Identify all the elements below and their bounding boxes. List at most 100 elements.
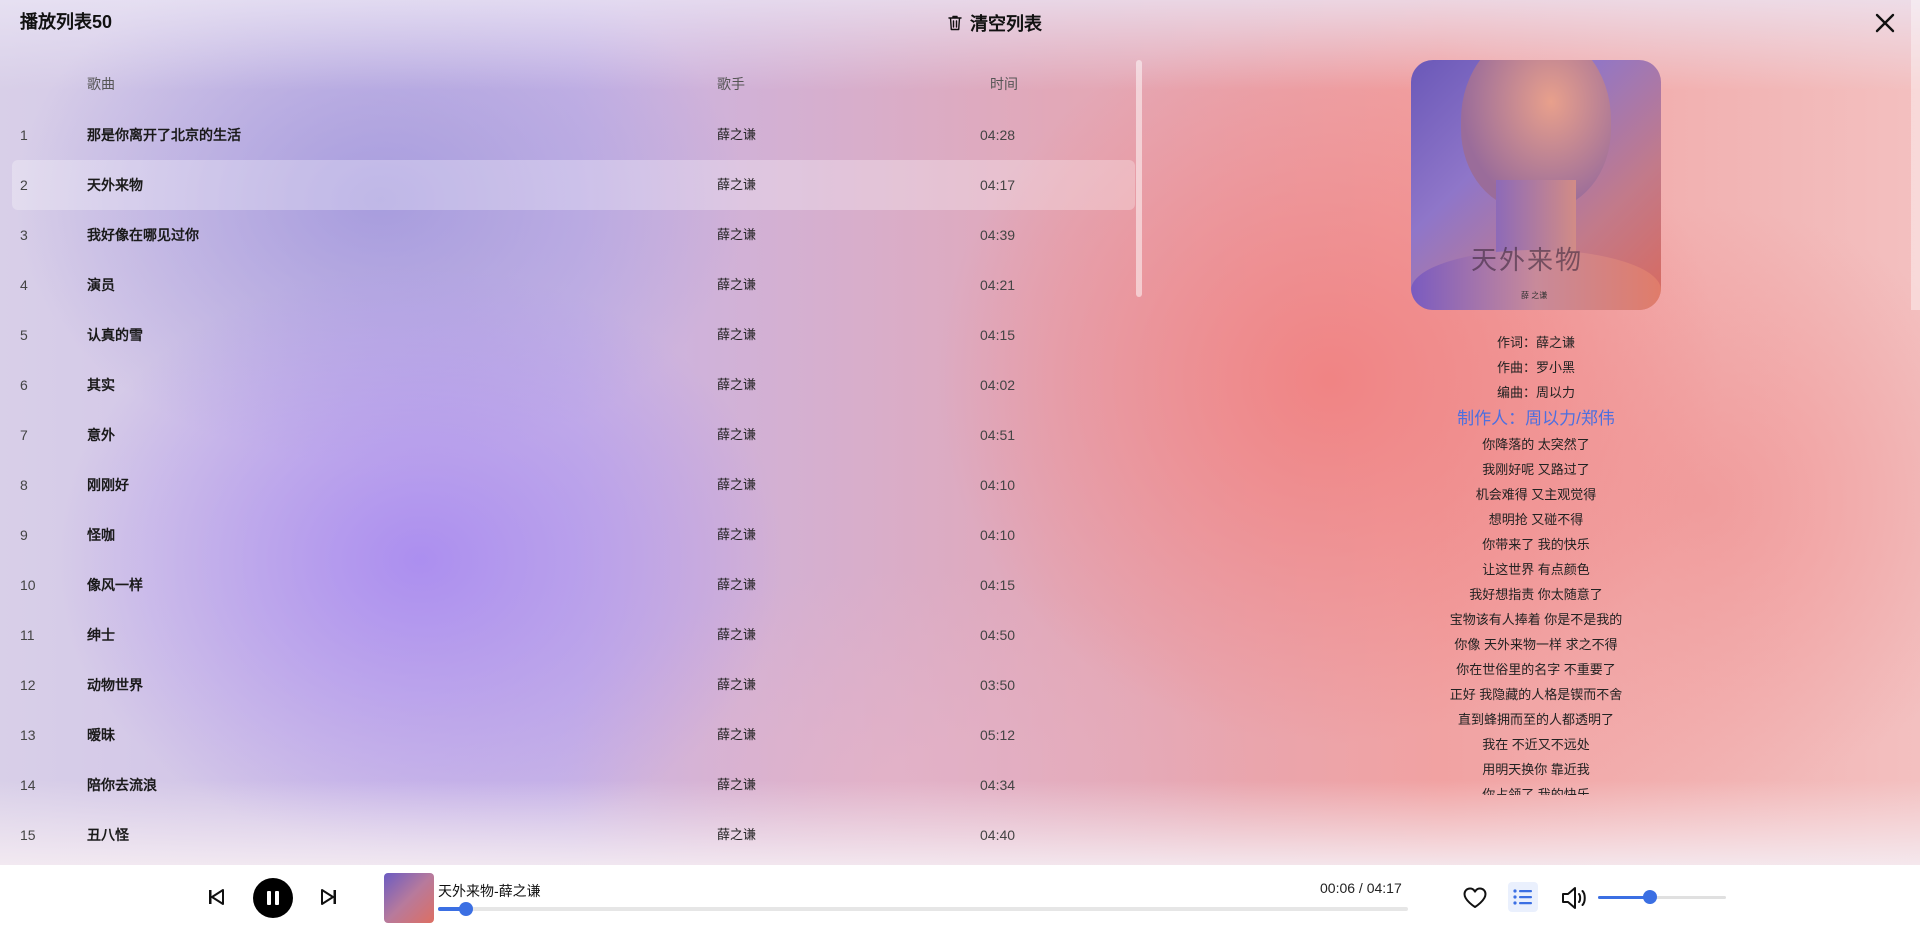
song-title: 绅士 bbox=[87, 627, 115, 643]
blurred-background: 播放列表50 清空列表 歌曲 歌手 时间 1 那是你离开了北京的生活 薛之谦 04:2… bbox=[0, 0, 1920, 865]
song-row[interactable]: 15 丑八怪 薛之谦 04:40 bbox=[0, 810, 1135, 842]
song-row[interactable]: 8 刚刚好 薛之谦 04:10 bbox=[0, 460, 1135, 510]
song-index: 3 bbox=[20, 227, 28, 243]
song-index: 1 bbox=[20, 127, 28, 143]
song-title: 天外来物 bbox=[87, 177, 143, 193]
lyric-line: 你降落的 太突然了 bbox=[1482, 437, 1590, 452]
volume-icon[interactable] bbox=[1560, 885, 1588, 911]
song-artist[interactable]: 薛之谦 bbox=[717, 110, 756, 160]
song-row[interactable]: 12 动物世界 薛之谦 03:50 bbox=[0, 660, 1135, 710]
pause-icon bbox=[267, 891, 271, 905]
song-row[interactable]: 10 像风一样 薛之谦 04:15 bbox=[0, 560, 1135, 610]
close-icon[interactable] bbox=[1872, 10, 1898, 36]
song-row[interactable]: 2 天外来物 薛之谦 04:17 bbox=[12, 160, 1135, 210]
volume-handle[interactable] bbox=[1643, 890, 1658, 904]
song-index: 6 bbox=[20, 377, 28, 393]
column-header-artist: 歌手 bbox=[717, 76, 745, 92]
lyric-line: 直到蜂拥而至的人都透明了 bbox=[1457, 712, 1614, 727]
next-track-button[interactable] bbox=[319, 887, 339, 907]
song-row[interactable]: 14 陪你去流浪 薛之谦 04:34 bbox=[0, 760, 1135, 810]
song-artist[interactable]: 薛之谦 bbox=[717, 560, 756, 610]
song-title: 怪咖 bbox=[87, 527, 115, 543]
lyric-line-current: 制作人：周以力/郑伟 bbox=[1457, 409, 1615, 428]
song-title: 陪你去流浪 bbox=[87, 777, 157, 793]
song-index: 12 bbox=[20, 677, 36, 693]
lyric-line: 你占领了 我的快乐 bbox=[1482, 787, 1590, 795]
now-playing-title: 天外来物-薛之谦 bbox=[438, 883, 541, 899]
clear-list-label: 清空列表 bbox=[970, 14, 1042, 34]
lyric-line: 机会难得 又主观觉得 bbox=[1475, 487, 1597, 502]
song-title: 那是你离开了北京的生活 bbox=[87, 127, 241, 143]
progress-bar[interactable] bbox=[438, 902, 1408, 916]
playlist-button[interactable] bbox=[1508, 882, 1538, 912]
song-row[interactable]: 11 绅士 薛之谦 04:50 bbox=[0, 610, 1135, 660]
song-index: 9 bbox=[20, 527, 28, 543]
song-row[interactable]: 13 暧昧 薛之谦 05:12 bbox=[0, 710, 1135, 760]
song-title: 暧昧 bbox=[87, 727, 115, 743]
lyric-line: 我好想指责 你太随意了 bbox=[1469, 587, 1603, 602]
song-artist[interactable]: 薛之谦 bbox=[717, 360, 756, 410]
song-index: 2 bbox=[20, 177, 28, 193]
trash-icon bbox=[948, 15, 962, 31]
song-duration: 04:10 bbox=[980, 527, 1016, 543]
song-artist[interactable]: 薛之谦 bbox=[717, 660, 756, 710]
song-artist[interactable]: 薛之谦 bbox=[717, 710, 756, 760]
song-title: 动物世界 bbox=[87, 677, 143, 693]
song-duration: 04:15 bbox=[980, 577, 1016, 593]
song-artist[interactable]: 薛之谦 bbox=[717, 510, 756, 560]
song-duration: 04:40 bbox=[980, 827, 1016, 842]
song-title: 我好像在哪见过你 bbox=[87, 227, 199, 243]
page-scrollbar[interactable] bbox=[1911, 0, 1920, 310]
pause-button[interactable] bbox=[253, 878, 293, 918]
song-index: 10 bbox=[20, 577, 36, 593]
song-duration: 04:34 bbox=[980, 777, 1016, 793]
album-cover-artist: 薛 之谦 bbox=[1521, 291, 1548, 300]
song-artist[interactable]: 薛之谦 bbox=[717, 760, 756, 810]
song-duration: 04:51 bbox=[980, 427, 1016, 443]
clear-list-button[interactable]: 清空列表 bbox=[946, 10, 1042, 36]
song-row[interactable]: 1 那是你离开了北京的生活 薛之谦 04:28 bbox=[0, 110, 1135, 160]
song-index: 4 bbox=[20, 277, 28, 293]
song-artist[interactable]: 薛之谦 bbox=[717, 610, 756, 660]
lyric-line: 我在 不近又不远处 bbox=[1482, 737, 1590, 752]
song-row[interactable]: 5 认真的雪 薛之谦 04:15 bbox=[0, 310, 1135, 360]
playlist-title: 播放列表50 bbox=[20, 12, 113, 32]
song-duration: 04:10 bbox=[980, 477, 1016, 493]
song-artist[interactable]: 薛之谦 bbox=[717, 210, 756, 260]
song-index: 15 bbox=[20, 827, 36, 842]
song-row[interactable]: 7 意外 薛之谦 04:51 bbox=[0, 410, 1135, 460]
song-artist[interactable]: 薛之谦 bbox=[717, 310, 756, 360]
song-artist[interactable]: 薛之谦 bbox=[717, 260, 756, 310]
song-title: 其实 bbox=[87, 377, 115, 393]
song-title: 认真的雪 bbox=[87, 327, 143, 343]
favorite-button[interactable] bbox=[1462, 886, 1488, 910]
progress-handle[interactable] bbox=[459, 902, 474, 916]
song-artist[interactable]: 薛之谦 bbox=[717, 410, 756, 460]
column-header-song: 歌曲 bbox=[87, 76, 115, 92]
song-artist[interactable]: 薛之谦 bbox=[717, 460, 756, 510]
song-duration: 04:15 bbox=[980, 327, 1016, 343]
volume-slider[interactable] bbox=[1598, 890, 1726, 904]
song-row[interactable]: 6 其实 薛之谦 04:02 bbox=[0, 360, 1135, 410]
song-title: 刚刚好 bbox=[87, 477, 129, 493]
lyric-line: 想明抢 又碰不得 bbox=[1488, 512, 1584, 527]
album-cover: 天外来物 薛 之谦 bbox=[1411, 60, 1661, 310]
song-title: 演员 bbox=[87, 277, 115, 293]
song-index: 11 bbox=[20, 627, 35, 643]
lyric-line: 你带来了 我的快乐 bbox=[1482, 537, 1590, 552]
song-index: 13 bbox=[20, 727, 36, 743]
song-artist[interactable]: 薛之谦 bbox=[717, 160, 756, 210]
song-list-scrollbar[interactable] bbox=[1136, 60, 1142, 297]
album-cover-title: 天外来物 bbox=[1471, 245, 1584, 275]
lyric-line: 让这世界 有点颜色 bbox=[1482, 562, 1590, 577]
song-index: 14 bbox=[20, 777, 36, 793]
lyric-line: 作曲：罗小黑 bbox=[1496, 360, 1575, 375]
song-row[interactable]: 9 怪咖 薛之谦 04:10 bbox=[0, 510, 1135, 560]
song-row[interactable]: 4 演员 薛之谦 04:21 bbox=[0, 260, 1135, 310]
song-duration: 04:50 bbox=[980, 627, 1016, 643]
song-artist[interactable]: 薛之谦 bbox=[717, 810, 756, 842]
song-index: 7 bbox=[20, 427, 28, 443]
previous-track-button[interactable] bbox=[206, 887, 226, 907]
now-playing-thumbnail[interactable] bbox=[384, 873, 434, 923]
song-row[interactable]: 3 我好像在哪见过你 薛之谦 04:39 bbox=[0, 210, 1135, 260]
